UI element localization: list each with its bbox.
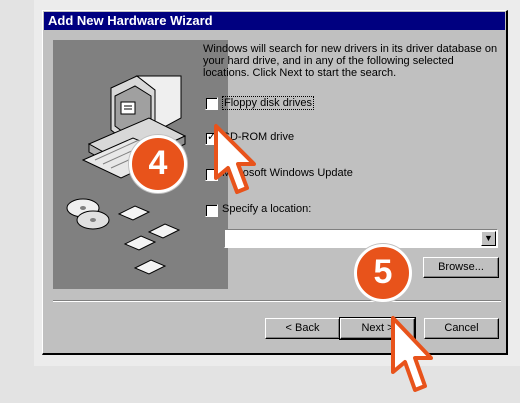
floppy-disks-icon [117, 205, 181, 275]
floppy-label[interactable]: Floppy disk drives [222, 96, 315, 110]
separator [53, 300, 501, 302]
window-title: Add New Hardware Wizard [48, 13, 213, 28]
step-badge-5: 5 [354, 244, 412, 302]
location-combobox[interactable]: ▼ [224, 229, 498, 248]
wizard-dialog: Add New Hardware Wizard Windows will sea… [42, 10, 508, 355]
step-badge-4: 4 [129, 135, 187, 193]
browse-button[interactable]: Browse... [423, 257, 499, 278]
cursor-arrow-icon [214, 124, 256, 194]
specify-location-label[interactable]: Specify a location: [222, 203, 311, 215]
location-value [225, 234, 228, 246]
back-button[interactable]: < Back [265, 318, 340, 339]
dropdown-arrow-icon[interactable]: ▼ [481, 231, 496, 246]
specify-location-checkbox[interactable] [205, 204, 218, 217]
cursor-arrow-icon [391, 316, 433, 392]
cancel-button[interactable]: Cancel [424, 318, 499, 339]
intro-text: Windows will search for new drivers in i… [203, 43, 498, 79]
title-bar[interactable]: Add New Hardware Wizard [44, 12, 505, 30]
cd-discs-icon [66, 198, 110, 230]
floppy-checkbox[interactable] [205, 97, 218, 110]
